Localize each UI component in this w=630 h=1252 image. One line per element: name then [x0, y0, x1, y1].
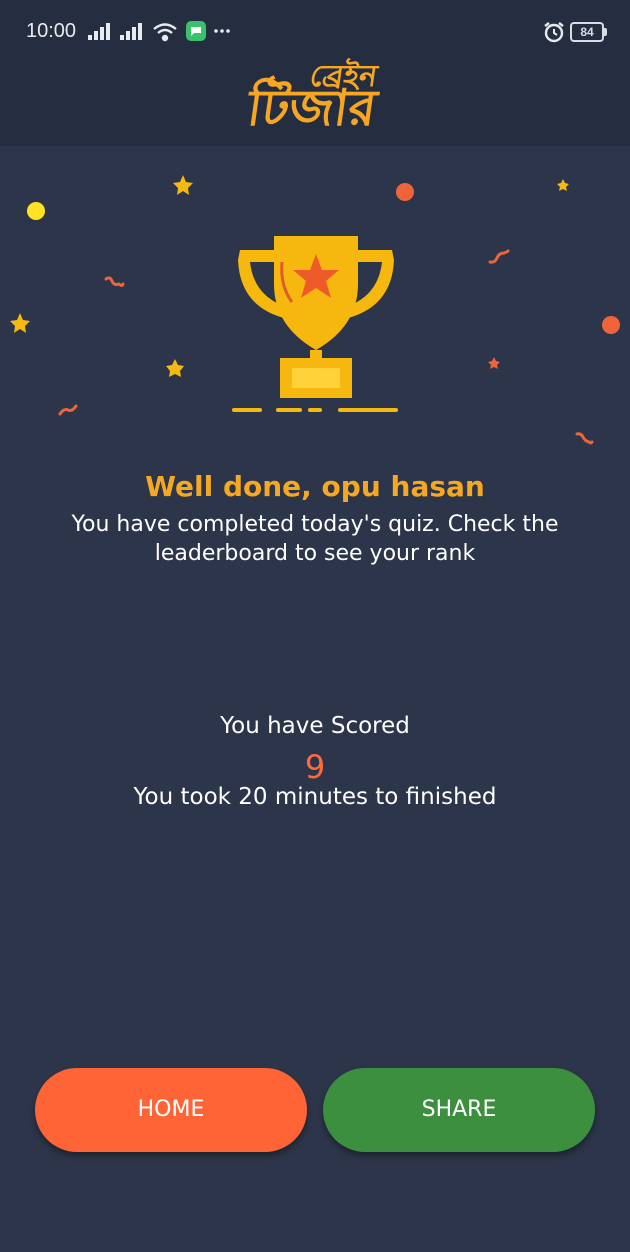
- scored-label: You have Scored: [220, 713, 410, 739]
- logo-line2: টিজার: [243, 79, 381, 137]
- time-taken-text: You took 20 minutes to finished: [133, 784, 497, 810]
- signal-icon: [120, 23, 142, 40]
- star-icon: [488, 357, 500, 369]
- status-icons-left: [88, 21, 230, 42]
- alarm-icon: [544, 22, 564, 43]
- message-icon: [186, 21, 206, 41]
- score-value: 9: [304, 748, 326, 786]
- congrats-title: Well done, opu hasan: [145, 470, 485, 503]
- share-button[interactable]: SHARE: [323, 1068, 595, 1152]
- more-dots-icon: [214, 29, 230, 33]
- status-time: 10:00: [26, 20, 77, 42]
- battery-icon: 84: [570, 22, 607, 42]
- signal-icon: [88, 23, 110, 40]
- completion-message: You have completed today's quiz. Check t…: [71, 512, 559, 566]
- home-button[interactable]: HOME: [35, 1068, 307, 1152]
- trophy-icon: [232, 236, 398, 412]
- app-header: 10:00 84 ব্রেইন টিজার: [0, 0, 630, 146]
- app-logo: ব্রেইন টিজার: [244, 52, 408, 142]
- wifi-icon: [153, 23, 177, 42]
